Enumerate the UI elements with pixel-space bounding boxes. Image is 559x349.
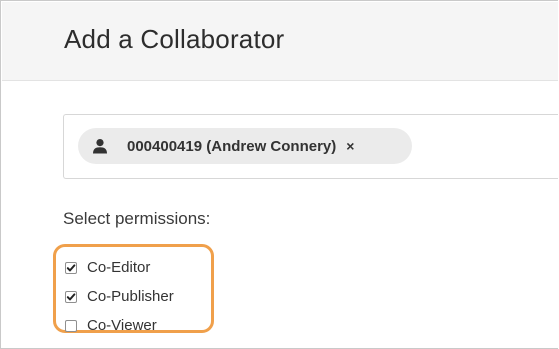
collaborator-chip-label: 000400419 (Andrew Connery)	[127, 137, 337, 155]
co-publisher-label: Co-Publisher	[87, 288, 174, 305]
permissions-label: Select permissions:	[63, 209, 211, 228]
collaborator-input[interactable]: 000400419 (Andrew Connery) ×	[63, 114, 558, 179]
remove-collaborator-button[interactable]: ×	[346, 139, 354, 153]
co-editor-label: Co-Editor	[87, 259, 151, 276]
co-viewer-label: Co-Viewer	[87, 317, 157, 334]
dialog-header: Add a Collaborator	[2, 2, 558, 81]
collaborator-chip: 000400419 (Andrew Connery) ×	[78, 128, 412, 164]
person-icon	[92, 138, 108, 154]
permissions-list: Co-Editor Co-Publisher Co-Viewer	[65, 253, 174, 340]
permission-co-editor[interactable]: Co-Editor	[65, 253, 174, 282]
permission-co-publisher[interactable]: Co-Publisher	[65, 282, 174, 311]
co-publisher-checkbox[interactable]	[65, 290, 77, 303]
permission-co-viewer[interactable]: Co-Viewer	[65, 311, 174, 340]
co-viewer-checkbox[interactable]	[65, 319, 77, 332]
dialog-title: Add a Collaborator	[64, 24, 285, 54]
co-editor-checkbox[interactable]	[65, 261, 77, 274]
add-collaborator-dialog: Add a Collaborator 000400419 (Andrew Con…	[0, 0, 558, 349]
